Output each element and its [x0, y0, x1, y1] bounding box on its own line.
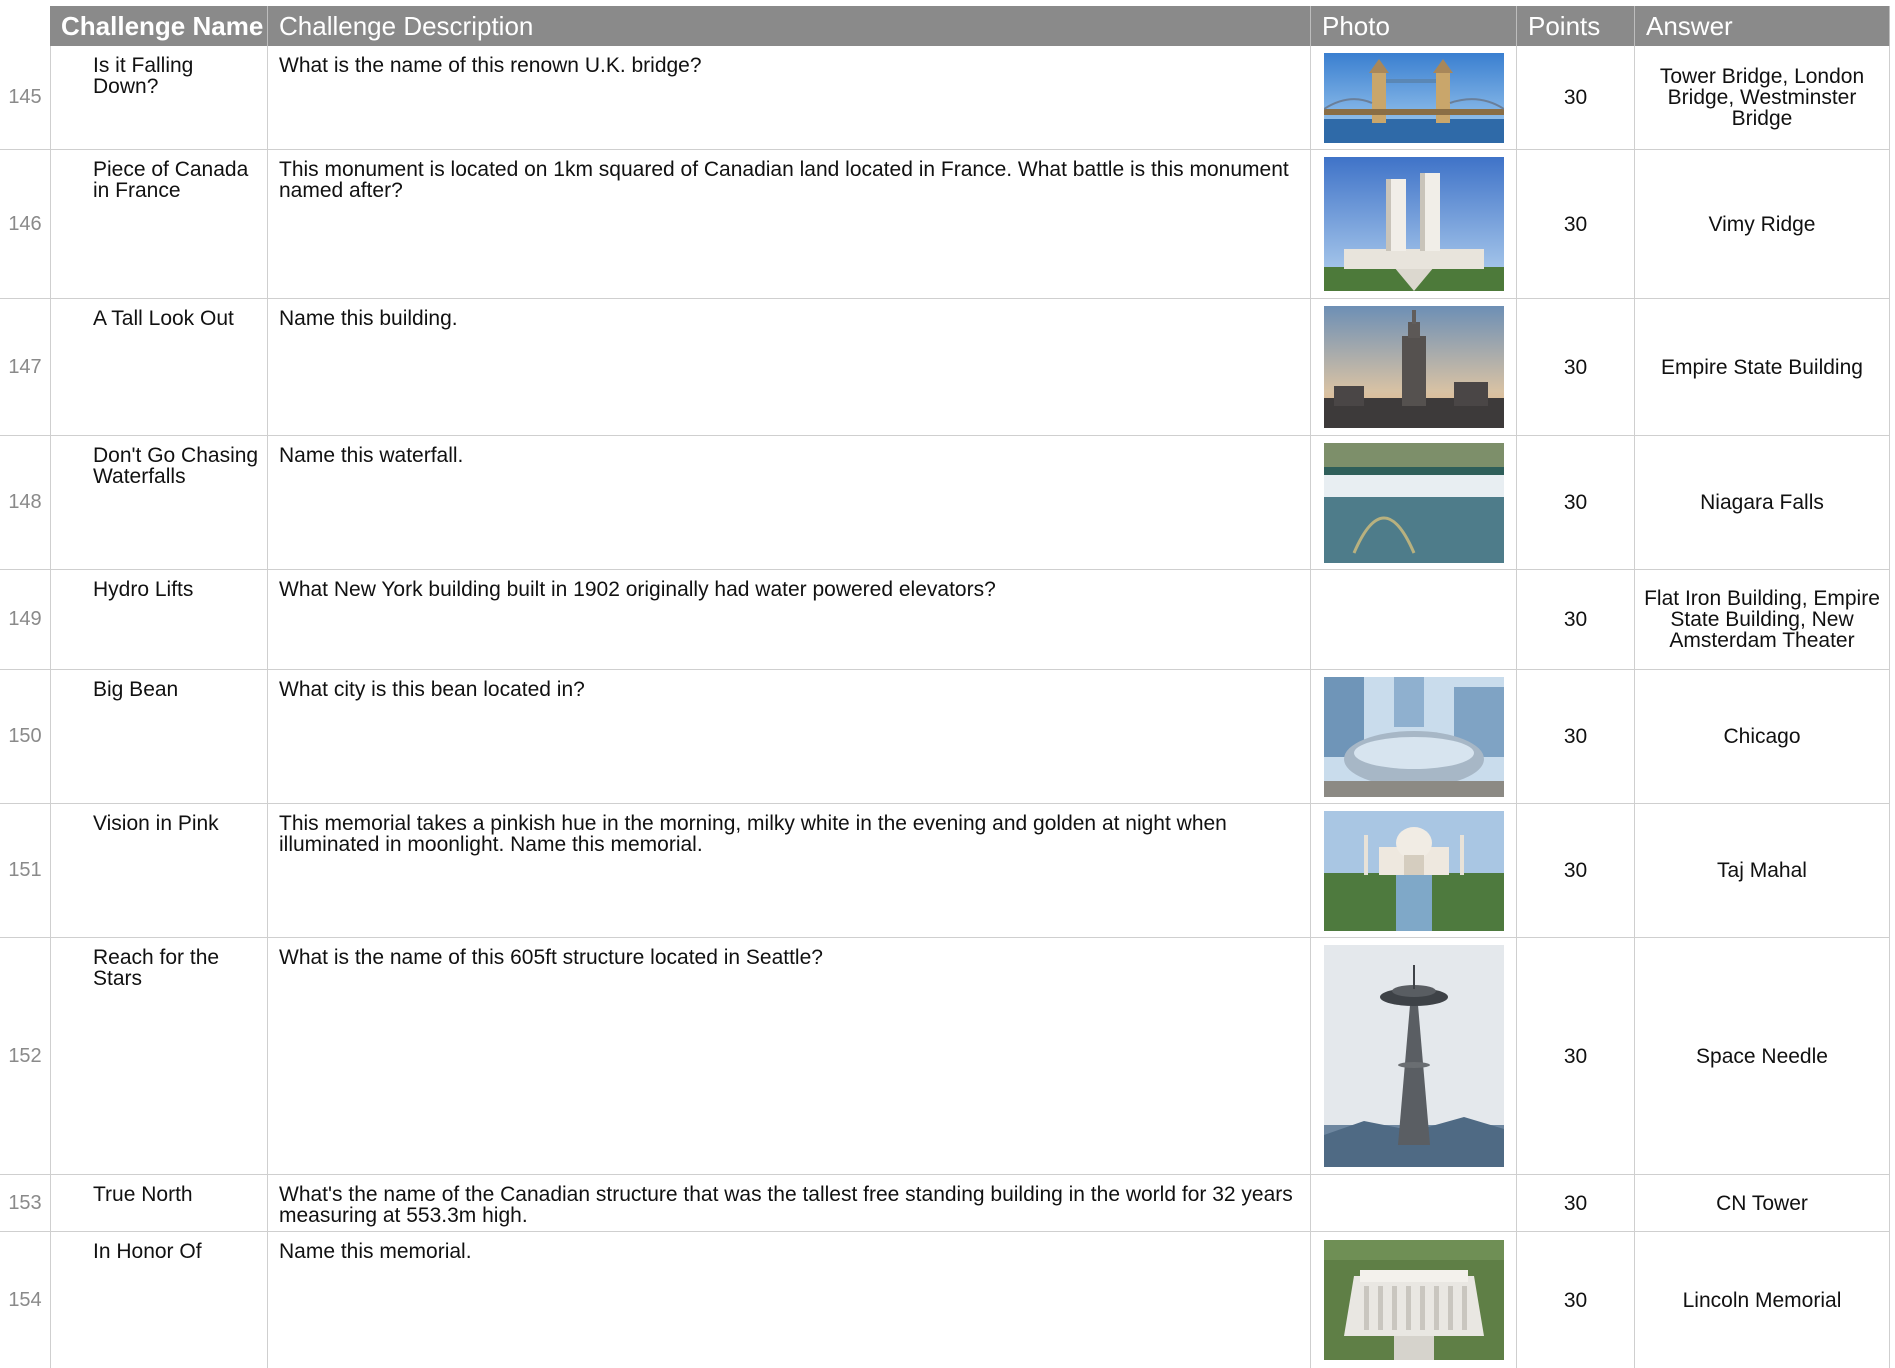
- taj-mahal-photo: [1323, 810, 1504, 931]
- header-row: Challenge Name Challenge Description Pho…: [0, 6, 1890, 46]
- challenge-name-cell[interactable]: Is it Falling Down?: [50, 46, 268, 149]
- challenge-name-cell[interactable]: Reach for the Stars: [50, 938, 268, 1174]
- points-cell[interactable]: 30: [1517, 670, 1635, 803]
- answer-cell[interactable]: Tower Bridge, London Bridge, Westminster…: [1635, 46, 1890, 149]
- points-cell[interactable]: 30: [1517, 1175, 1635, 1231]
- table-row[interactable]: 152 Reach for the Stars What is the name…: [0, 938, 1890, 1175]
- tower-bridge-photo: [1323, 52, 1504, 143]
- row-number[interactable]: 147: [0, 299, 50, 435]
- spreadsheet: Challenge Name Challenge Description Pho…: [0, 6, 1890, 1368]
- challenge-description-cell[interactable]: What is the name of this 605ft structure…: [268, 938, 1311, 1174]
- photo-cell[interactable]: [1311, 299, 1517, 435]
- answer-cell[interactable]: Lincoln Memorial: [1635, 1232, 1890, 1368]
- points-cell[interactable]: 30: [1517, 299, 1635, 435]
- row-number[interactable]: 150: [0, 670, 50, 803]
- header-photo[interactable]: Photo: [1311, 6, 1517, 46]
- challenge-description-cell[interactable]: Name this memorial.: [268, 1232, 1311, 1368]
- answer-cell[interactable]: Niagara Falls: [1635, 436, 1890, 569]
- points-cell[interactable]: 30: [1517, 150, 1635, 298]
- answer-cell[interactable]: Space Needle: [1635, 938, 1890, 1174]
- points-cell[interactable]: 30: [1517, 570, 1635, 669]
- points-cell[interactable]: 30: [1517, 436, 1635, 569]
- answer-cell[interactable]: Chicago: [1635, 670, 1890, 803]
- challenge-name-cell[interactable]: Hydro Lifts: [50, 570, 268, 669]
- table-row[interactable]: 154 In Honor Of Name this memorial. 30 L…: [0, 1232, 1890, 1368]
- space-needle-photo: [1323, 945, 1504, 1167]
- challenge-description-cell[interactable]: This memorial takes a pinkish hue in the…: [268, 804, 1311, 937]
- table-row[interactable]: 147 A Tall Look Out Name this building. …: [0, 299, 1890, 436]
- challenge-name-cell[interactable]: Big Bean: [50, 670, 268, 803]
- photo-cell[interactable]: [1311, 436, 1517, 569]
- challenge-description-cell[interactable]: Name this building.: [268, 299, 1311, 435]
- table-row[interactable]: 149 Hydro Lifts What New York building b…: [0, 570, 1890, 670]
- photo-cell[interactable]: [1311, 938, 1517, 1174]
- row-number[interactable]: 153: [0, 1175, 50, 1231]
- photo-cell[interactable]: [1311, 670, 1517, 803]
- row-number[interactable]: 149: [0, 570, 50, 669]
- challenge-name-cell[interactable]: Vision in Pink: [50, 804, 268, 937]
- vimy-memorial-photo: [1323, 157, 1504, 291]
- challenge-description-cell[interactable]: This monument is located on 1km squared …: [268, 150, 1311, 298]
- photo-cell[interactable]: [1311, 1175, 1517, 1231]
- table-row[interactable]: 151 Vision in Pink This memorial takes a…: [0, 804, 1890, 938]
- challenge-description-cell[interactable]: Name this waterfall.: [268, 436, 1311, 569]
- table-row[interactable]: 145 Is it Falling Down? What is the name…: [0, 46, 1890, 150]
- photo-cell[interactable]: [1311, 804, 1517, 937]
- answer-cell[interactable]: Vimy Ridge: [1635, 150, 1890, 298]
- header-challenge-name[interactable]: Challenge Name: [50, 6, 268, 46]
- header-points[interactable]: Points: [1517, 6, 1635, 46]
- challenge-description-cell[interactable]: What's the name of the Canadian structur…: [268, 1175, 1311, 1231]
- points-cell[interactable]: 30: [1517, 804, 1635, 937]
- photo-cell[interactable]: [1311, 150, 1517, 298]
- table-row[interactable]: 150 Big Bean What city is this bean loca…: [0, 670, 1890, 804]
- answer-cell[interactable]: Taj Mahal: [1635, 804, 1890, 937]
- table-row[interactable]: 146 Piece of Canada in France This monum…: [0, 150, 1890, 299]
- row-number[interactable]: 145: [0, 46, 50, 149]
- row-number[interactable]: 146: [0, 150, 50, 298]
- challenge-name-cell[interactable]: A Tall Look Out: [50, 299, 268, 435]
- photo-cell[interactable]: [1311, 1232, 1517, 1368]
- answer-cell[interactable]: Flat Iron Building, Empire State Buildin…: [1635, 570, 1890, 669]
- answer-cell[interactable]: Empire State Building: [1635, 299, 1890, 435]
- challenge-description-cell[interactable]: What city is this bean located in?: [268, 670, 1311, 803]
- row-number[interactable]: 152: [0, 938, 50, 1174]
- header-answer[interactable]: Answer: [1635, 6, 1890, 46]
- points-cell[interactable]: 30: [1517, 938, 1635, 1174]
- points-cell[interactable]: 30: [1517, 1232, 1635, 1368]
- challenge-name-cell[interactable]: In Honor Of: [50, 1232, 268, 1368]
- challenge-description-cell[interactable]: What New York building built in 1902 ori…: [268, 570, 1311, 669]
- table-row[interactable]: 153 True North What's the name of the Ca…: [0, 1175, 1890, 1232]
- row-number[interactable]: 148: [0, 436, 50, 569]
- header-challenge-description[interactable]: Challenge Description: [268, 6, 1311, 46]
- photo-cell[interactable]: [1311, 46, 1517, 149]
- points-cell[interactable]: 30: [1517, 46, 1635, 149]
- answer-cell[interactable]: CN Tower: [1635, 1175, 1890, 1231]
- row-number[interactable]: 151: [0, 804, 50, 937]
- table-row[interactable]: 148 Don't Go Chasing Waterfalls Name thi…: [0, 436, 1890, 570]
- header-gutter: [0, 6, 50, 46]
- row-number[interactable]: 154: [0, 1232, 50, 1368]
- empire-state-photo: [1323, 306, 1504, 428]
- challenge-name-cell[interactable]: True North: [50, 1175, 268, 1231]
- photo-cell[interactable]: [1311, 570, 1517, 669]
- cloud-gate-photo: [1323, 676, 1504, 797]
- challenge-name-cell[interactable]: Don't Go Chasing Waterfalls: [50, 436, 268, 569]
- challenge-description-cell[interactable]: What is the name of this renown U.K. bri…: [268, 46, 1311, 149]
- niagara-falls-photo: [1323, 442, 1504, 563]
- challenge-name-cell[interactable]: Piece of Canada in France: [50, 150, 268, 298]
- lincoln-memorial-photo: [1323, 1240, 1504, 1360]
